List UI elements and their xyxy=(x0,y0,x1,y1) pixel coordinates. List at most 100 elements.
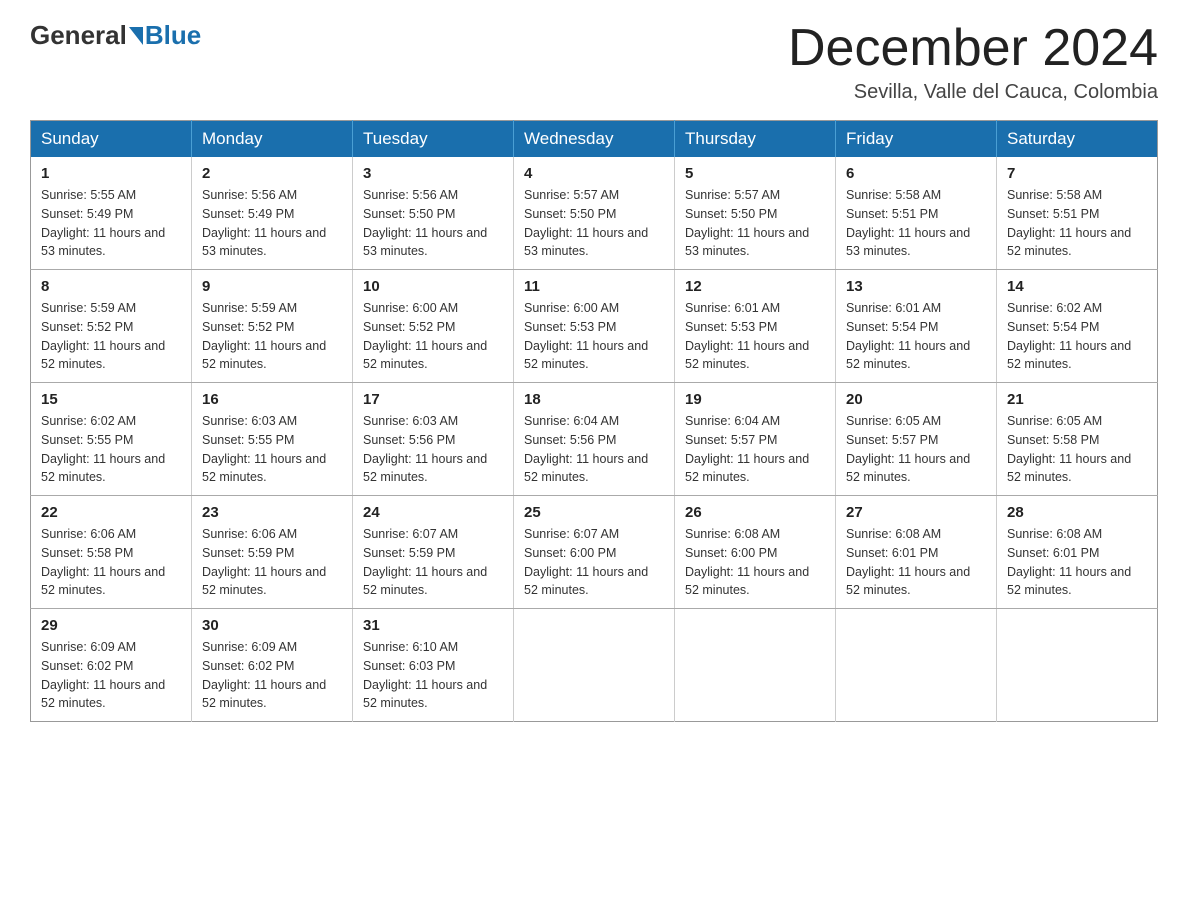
day-number: 18 xyxy=(524,391,664,408)
day-info: Sunrise: 6:02 AMSunset: 5:54 PMDaylight:… xyxy=(1007,301,1131,371)
calendar-day-cell: 11 Sunrise: 6:00 AMSunset: 5:53 PMDaylig… xyxy=(514,270,675,383)
day-info: Sunrise: 6:04 AMSunset: 5:56 PMDaylight:… xyxy=(524,414,648,484)
weekday-header-friday: Friday xyxy=(836,121,997,158)
day-number: 5 xyxy=(685,165,825,182)
day-info: Sunrise: 6:10 AMSunset: 6:03 PMDaylight:… xyxy=(363,640,487,710)
calendar-day-cell: 16 Sunrise: 6:03 AMSunset: 5:55 PMDaylig… xyxy=(192,383,353,496)
calendar-day-cell: 4 Sunrise: 5:57 AMSunset: 5:50 PMDayligh… xyxy=(514,157,675,270)
day-info: Sunrise: 5:56 AMSunset: 5:50 PMDaylight:… xyxy=(363,188,487,258)
weekday-header-thursday: Thursday xyxy=(675,121,836,158)
day-info: Sunrise: 5:57 AMSunset: 5:50 PMDaylight:… xyxy=(685,188,809,258)
calendar-day-cell: 3 Sunrise: 5:56 AMSunset: 5:50 PMDayligh… xyxy=(353,157,514,270)
day-info: Sunrise: 6:05 AMSunset: 5:58 PMDaylight:… xyxy=(1007,414,1131,484)
day-number: 23 xyxy=(202,504,342,521)
day-number: 12 xyxy=(685,278,825,295)
calendar-week-row: 29 Sunrise: 6:09 AMSunset: 6:02 PMDaylig… xyxy=(31,609,1158,722)
calendar-day-cell: 2 Sunrise: 5:56 AMSunset: 5:49 PMDayligh… xyxy=(192,157,353,270)
calendar-day-cell: 22 Sunrise: 6:06 AMSunset: 5:58 PMDaylig… xyxy=(31,496,192,609)
day-number: 1 xyxy=(41,165,181,182)
calendar-day-cell: 30 Sunrise: 6:09 AMSunset: 6:02 PMDaylig… xyxy=(192,609,353,722)
day-info: Sunrise: 6:05 AMSunset: 5:57 PMDaylight:… xyxy=(846,414,970,484)
calendar-table: SundayMondayTuesdayWednesdayThursdayFrid… xyxy=(30,120,1158,722)
calendar-day-cell: 23 Sunrise: 6:06 AMSunset: 5:59 PMDaylig… xyxy=(192,496,353,609)
weekday-header-sunday: Sunday xyxy=(31,121,192,158)
calendar-day-cell: 31 Sunrise: 6:10 AMSunset: 6:03 PMDaylig… xyxy=(353,609,514,722)
day-number: 17 xyxy=(363,391,503,408)
day-info: Sunrise: 6:01 AMSunset: 5:54 PMDaylight:… xyxy=(846,301,970,371)
day-number: 9 xyxy=(202,278,342,295)
logo: General Blue xyxy=(30,20,201,51)
day-number: 28 xyxy=(1007,504,1147,521)
weekday-header-saturday: Saturday xyxy=(997,121,1158,158)
day-number: 3 xyxy=(363,165,503,182)
day-number: 13 xyxy=(846,278,986,295)
calendar-week-row: 15 Sunrise: 6:02 AMSunset: 5:55 PMDaylig… xyxy=(31,383,1158,496)
calendar-day-cell xyxy=(997,609,1158,722)
day-info: Sunrise: 5:57 AMSunset: 5:50 PMDaylight:… xyxy=(524,188,648,258)
day-info: Sunrise: 6:06 AMSunset: 5:59 PMDaylight:… xyxy=(202,527,326,597)
day-number: 11 xyxy=(524,278,664,295)
day-number: 6 xyxy=(846,165,986,182)
calendar-day-cell: 10 Sunrise: 6:00 AMSunset: 5:52 PMDaylig… xyxy=(353,270,514,383)
day-info: Sunrise: 6:00 AMSunset: 5:52 PMDaylight:… xyxy=(363,301,487,371)
calendar-day-cell: 24 Sunrise: 6:07 AMSunset: 5:59 PMDaylig… xyxy=(353,496,514,609)
day-number: 29 xyxy=(41,617,181,634)
day-number: 10 xyxy=(363,278,503,295)
weekday-header-tuesday: Tuesday xyxy=(353,121,514,158)
calendar-day-cell: 6 Sunrise: 5:58 AMSunset: 5:51 PMDayligh… xyxy=(836,157,997,270)
calendar-day-cell: 25 Sunrise: 6:07 AMSunset: 6:00 PMDaylig… xyxy=(514,496,675,609)
day-number: 24 xyxy=(363,504,503,521)
day-number: 31 xyxy=(363,617,503,634)
weekday-header-monday: Monday xyxy=(192,121,353,158)
day-number: 14 xyxy=(1007,278,1147,295)
day-info: Sunrise: 5:59 AMSunset: 5:52 PMDaylight:… xyxy=(41,301,165,371)
calendar-day-cell: 29 Sunrise: 6:09 AMSunset: 6:02 PMDaylig… xyxy=(31,609,192,722)
day-info: Sunrise: 6:00 AMSunset: 5:53 PMDaylight:… xyxy=(524,301,648,371)
calendar-day-cell: 8 Sunrise: 5:59 AMSunset: 5:52 PMDayligh… xyxy=(31,270,192,383)
day-number: 8 xyxy=(41,278,181,295)
day-info: Sunrise: 6:01 AMSunset: 5:53 PMDaylight:… xyxy=(685,301,809,371)
calendar-day-cell xyxy=(675,609,836,722)
day-info: Sunrise: 5:56 AMSunset: 5:49 PMDaylight:… xyxy=(202,188,326,258)
day-number: 4 xyxy=(524,165,664,182)
calendar-day-cell: 5 Sunrise: 5:57 AMSunset: 5:50 PMDayligh… xyxy=(675,157,836,270)
day-number: 21 xyxy=(1007,391,1147,408)
day-info: Sunrise: 6:08 AMSunset: 6:00 PMDaylight:… xyxy=(685,527,809,597)
calendar-day-cell: 1 Sunrise: 5:55 AMSunset: 5:49 PMDayligh… xyxy=(31,157,192,270)
day-info: Sunrise: 6:03 AMSunset: 5:55 PMDaylight:… xyxy=(202,414,326,484)
day-number: 26 xyxy=(685,504,825,521)
calendar-day-cell: 27 Sunrise: 6:08 AMSunset: 6:01 PMDaylig… xyxy=(836,496,997,609)
calendar-day-cell: 13 Sunrise: 6:01 AMSunset: 5:54 PMDaylig… xyxy=(836,270,997,383)
day-info: Sunrise: 5:58 AMSunset: 5:51 PMDaylight:… xyxy=(846,188,970,258)
logo-triangle-icon xyxy=(129,27,143,45)
calendar-day-cell xyxy=(836,609,997,722)
day-info: Sunrise: 5:58 AMSunset: 5:51 PMDaylight:… xyxy=(1007,188,1131,258)
calendar-day-cell: 18 Sunrise: 6:04 AMSunset: 5:56 PMDaylig… xyxy=(514,383,675,496)
day-info: Sunrise: 5:55 AMSunset: 5:49 PMDaylight:… xyxy=(41,188,165,258)
day-number: 30 xyxy=(202,617,342,634)
calendar-day-cell: 17 Sunrise: 6:03 AMSunset: 5:56 PMDaylig… xyxy=(353,383,514,496)
day-number: 19 xyxy=(685,391,825,408)
day-info: Sunrise: 6:08 AMSunset: 6:01 PMDaylight:… xyxy=(846,527,970,597)
calendar-day-cell xyxy=(514,609,675,722)
calendar-day-cell: 12 Sunrise: 6:01 AMSunset: 5:53 PMDaylig… xyxy=(675,270,836,383)
calendar-week-row: 1 Sunrise: 5:55 AMSunset: 5:49 PMDayligh… xyxy=(31,157,1158,270)
day-info: Sunrise: 5:59 AMSunset: 5:52 PMDaylight:… xyxy=(202,301,326,371)
weekday-header-row: SundayMondayTuesdayWednesdayThursdayFrid… xyxy=(31,121,1158,158)
calendar-subtitle: Sevilla, Valle del Cauca, Colombia xyxy=(788,81,1158,104)
calendar-day-cell: 14 Sunrise: 6:02 AMSunset: 5:54 PMDaylig… xyxy=(997,270,1158,383)
weekday-header-wednesday: Wednesday xyxy=(514,121,675,158)
day-number: 15 xyxy=(41,391,181,408)
calendar-day-cell: 15 Sunrise: 6:02 AMSunset: 5:55 PMDaylig… xyxy=(31,383,192,496)
day-info: Sunrise: 6:06 AMSunset: 5:58 PMDaylight:… xyxy=(41,527,165,597)
day-number: 2 xyxy=(202,165,342,182)
day-info: Sunrise: 6:08 AMSunset: 6:01 PMDaylight:… xyxy=(1007,527,1131,597)
day-number: 16 xyxy=(202,391,342,408)
calendar-title: December 2024 xyxy=(788,20,1158,77)
day-info: Sunrise: 6:09 AMSunset: 6:02 PMDaylight:… xyxy=(202,640,326,710)
calendar-day-cell: 28 Sunrise: 6:08 AMSunset: 6:01 PMDaylig… xyxy=(997,496,1158,609)
logo-general-text: General xyxy=(30,20,127,51)
day-number: 27 xyxy=(846,504,986,521)
calendar-week-row: 22 Sunrise: 6:06 AMSunset: 5:58 PMDaylig… xyxy=(31,496,1158,609)
calendar-day-cell: 9 Sunrise: 5:59 AMSunset: 5:52 PMDayligh… xyxy=(192,270,353,383)
